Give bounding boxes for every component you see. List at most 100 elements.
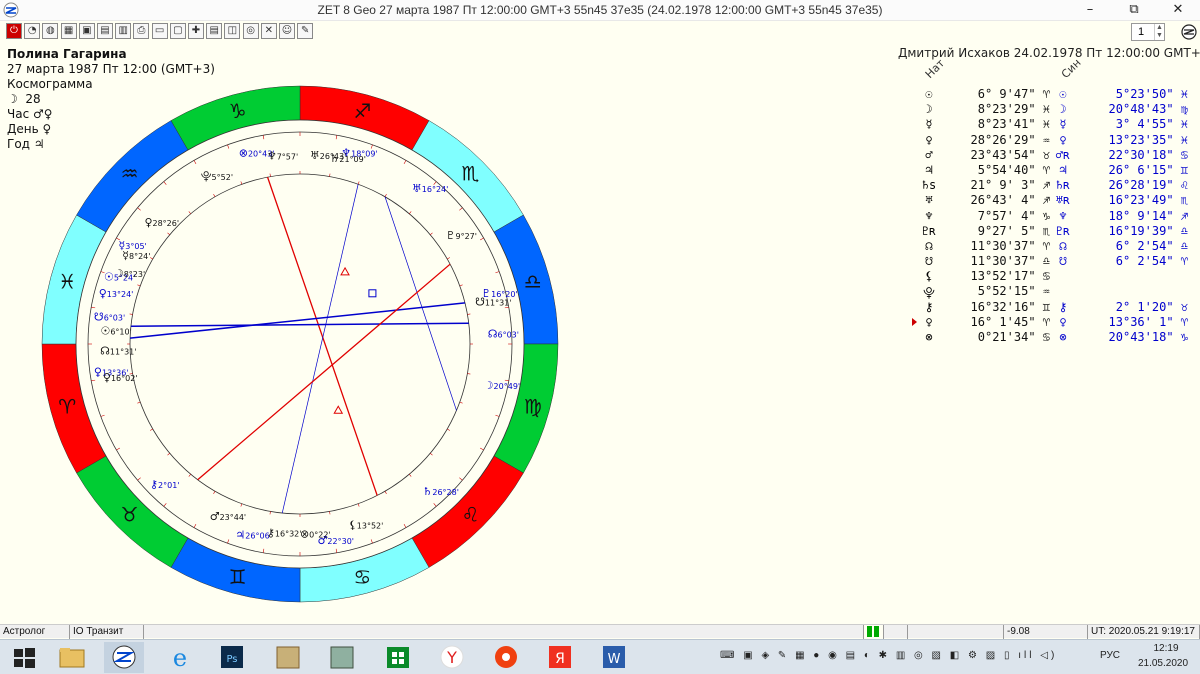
- planet-degree: 6°10': [110, 328, 131, 337]
- wrench-icon[interactable]: ✕: [260, 23, 277, 39]
- planet-degree: 7°57': [277, 152, 298, 161]
- natal-glyph: ☉: [925, 87, 933, 101]
- new-icon[interactable]: ◔: [24, 23, 41, 39]
- chart-icon[interactable]: ◫: [224, 23, 241, 39]
- planet-degree: 23°44': [220, 513, 247, 522]
- planet-degree: 0°22': [309, 531, 330, 540]
- toolbar: ⏻ ◔ ◍ ▦ ▣ ▤ ▥ ⎙ ▭ ▢ ✚ ▤ ◫ ◎ ✕ ☺ ✎: [0, 21, 1200, 43]
- planet-degree: 11°31': [485, 298, 512, 307]
- planet-degree: 8°24': [129, 252, 150, 261]
- planet-icon: ♆: [267, 149, 277, 162]
- status-empty-3: [908, 625, 1004, 639]
- yandex-icon[interactable]: Я: [540, 642, 580, 673]
- planet-row: ♆ 7°57' 4" ♑ ♆ 18° 9'14" ♐: [920, 209, 1198, 224]
- photoshop-icon[interactable]: Ps: [212, 642, 252, 673]
- natal-position: 8°23'29" ♓: [977, 102, 1050, 117]
- restore-button[interactable]: ⧉: [1112, 0, 1156, 21]
- zodiac-sign-icon: ♌: [461, 502, 479, 526]
- minimize-button[interactable]: –: [1068, 0, 1112, 21]
- synastry-position: 18° 9'14" ♐: [1108, 208, 1188, 223]
- natal-position: 0°21'34" ♋: [977, 330, 1050, 344]
- planet-degree: 13°52': [357, 522, 384, 531]
- wheel-outer-ring: [75, 119, 525, 569]
- planet-icon: ⯓: [201, 170, 212, 183]
- planet-degree: 20°49': [494, 382, 521, 391]
- planet-row: ♇ʀ 9°27' 5" ♏ ♇ʀ 16°19'39" ♎: [920, 224, 1198, 239]
- planet-row: ♅ 26°43' 4" ♐ ♅ʀ 16°23'49" ♏: [920, 193, 1198, 208]
- world-icon[interactable]: ◍: [42, 23, 59, 39]
- exit-icon[interactable]: ⏻: [6, 23, 22, 39]
- table-icon[interactable]: ▦: [60, 23, 77, 39]
- natal-glyph: ⚷: [924, 299, 934, 314]
- synastry-position: 16°23'49" ♏: [1108, 193, 1188, 208]
- print-icon[interactable]: ⎙: [133, 23, 150, 39]
- planet-icon: ♄: [330, 152, 340, 165]
- zet-app-icon[interactable]: [104, 642, 144, 673]
- compass-icon[interactable]: ✚: [188, 23, 204, 39]
- moon-icon: ☽: [7, 92, 18, 106]
- synastry-header: Дмитрий Исхаков 24.02.1978 Пт 12:00:00 G…: [898, 46, 1200, 60]
- svg-text:Я: Я: [555, 651, 565, 667]
- natal-glyph: ☋: [925, 254, 933, 269]
- hour-label: Час: [7, 107, 30, 121]
- internet-explorer-icon[interactable]: e: [160, 642, 200, 673]
- archive-app-icon[interactable]: [268, 642, 308, 673]
- window-icon[interactable]: ▢: [169, 23, 186, 39]
- folder-icon[interactable]: ▥: [115, 23, 132, 39]
- natal-position: 6° 9'47" ♈: [977, 87, 1050, 101]
- planet-degree: 21°09': [339, 155, 366, 164]
- natal-position: 5°52'15" ♒: [977, 284, 1050, 299]
- close-button[interactable]: ✕: [1156, 0, 1200, 21]
- synastry-position: 20°43'18" ♑: [1108, 330, 1188, 344]
- planet-icon: ♀: [94, 366, 102, 379]
- clock-time[interactable]: 12:19: [1140, 643, 1192, 654]
- picture-icon[interactable]: ▣: [78, 23, 95, 39]
- native-date: 27 марта 1987 Пт 12:00 (GMT+3): [7, 62, 215, 76]
- planet-row: ⚷ 16°32'16" ♊ ⚷ 2° 1'20" ♉: [920, 300, 1198, 315]
- zodiac-sign-icon: ♐: [353, 99, 371, 123]
- book-icon[interactable]: ▭: [151, 23, 168, 39]
- cosmogram-wheel[interactable]: ♐♏♎♍♌♋♊♉♈♓♒♑♆18°09'⊗20°43'♅16°24'♇16°20'…: [40, 84, 560, 604]
- status-ut: UT: 2020.05.21 9:19:17: [1088, 625, 1200, 639]
- zodiac-sign-icon: ♉: [121, 502, 139, 526]
- user-icon[interactable]: ☺: [279, 23, 295, 39]
- natal-column-header: Нат: [922, 56, 948, 81]
- planet-icon: ☊: [488, 328, 498, 341]
- natal-glyph: ♄s: [921, 178, 937, 193]
- yandex-browser-icon[interactable]: Y: [432, 642, 472, 673]
- start-button[interactable]: [4, 642, 44, 673]
- zodiac-sign-icon: ♊: [229, 565, 247, 589]
- page-select[interactable]: 1 ▲ ▼: [1131, 23, 1165, 41]
- synastry-position: 5°23'50" ♓: [1115, 87, 1188, 101]
- edit-icon[interactable]: ✎: [297, 23, 314, 39]
- natal-position: 21° 9' 3" ♐: [970, 178, 1050, 193]
- natal-glyph: ⊗: [925, 330, 933, 344]
- spin-arrows-icon[interactable]: ▲ ▼: [1154, 24, 1164, 40]
- zodiac-sign-icon: ♈: [58, 394, 76, 418]
- planet-degree: 26°28': [432, 488, 459, 497]
- grid-icon[interactable]: ▤: [97, 23, 113, 39]
- planet-icon: ♀: [144, 216, 152, 229]
- store-icon[interactable]: [378, 642, 418, 673]
- natal-glyph: ♀: [925, 132, 933, 147]
- file-explorer-icon[interactable]: [52, 642, 92, 673]
- photo-app-icon[interactable]: [322, 642, 362, 673]
- language-indicator[interactable]: РУС: [1100, 650, 1120, 661]
- synastry-position: 13°36' 1" ♈: [1108, 314, 1188, 329]
- svg-text:W: W: [608, 652, 621, 667]
- planet-icon: ☋: [475, 295, 485, 308]
- word-icon[interactable]: W: [594, 642, 634, 673]
- clock-date[interactable]: 21.05.2020: [1133, 658, 1193, 669]
- indicator-bar-icon: [874, 626, 879, 637]
- media-player-icon[interactable]: [486, 642, 526, 673]
- natal-position: 16°32'16" ♊: [970, 299, 1050, 314]
- dial-icon[interactable]: ◎: [242, 23, 259, 39]
- planet-degree: 16°32': [275, 530, 302, 539]
- system-tray-icons[interactable]: ⌨ ▣ ◈ ✎ ▦ ● ◉ ▤ ◐ ✱ ▥ ◎ ▧ ◧ ⚙ ▨ ▯ ıll ◁): [720, 650, 1090, 661]
- planet-row: ♀ 28°26'29" ♒ ♀ 13°23'35" ♓: [920, 133, 1198, 148]
- page-icon[interactable]: ▤: [206, 23, 223, 39]
- zodiac-sign-icon: ♎: [524, 270, 542, 294]
- planet-row: ☉ 6° 9'47" ♈ ☉ 5°23'50" ♓: [920, 87, 1198, 102]
- synastry-position: 2° 1'20" ♉: [1115, 299, 1188, 314]
- help-icon[interactable]: [1180, 23, 1198, 41]
